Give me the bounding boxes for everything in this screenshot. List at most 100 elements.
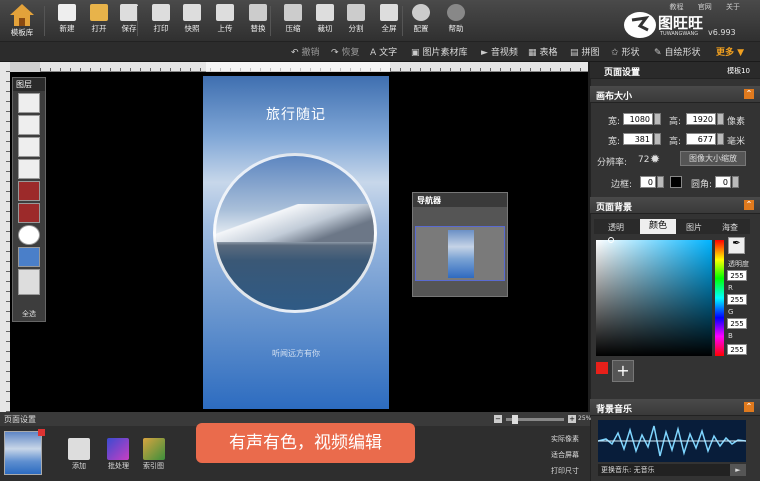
home-icon xyxy=(10,4,34,26)
gear-icon[interactable]: ✹ xyxy=(650,152,660,166)
collage-button[interactable]: ▤ 拼图 xyxy=(570,45,600,58)
collapse-icon[interactable]: ⌃ xyxy=(744,402,754,412)
layer-thumb[interactable] xyxy=(18,93,40,113)
custom-shape-label: 自绘形状 xyxy=(664,48,701,58)
layer-thumb[interactable] xyxy=(18,203,40,223)
redo-button[interactable]: ↷ 恢复 xyxy=(331,45,360,58)
new-button[interactable]: 新建 xyxy=(52,4,82,40)
undo-button[interactable]: ↶ 撤销 xyxy=(291,45,320,58)
layer-thumb[interactable] xyxy=(18,181,40,201)
height-px-input[interactable]: 1920 xyxy=(686,113,716,125)
actual-pixels-button[interactable]: 实际像素 xyxy=(551,434,579,444)
batch-icon[interactable] xyxy=(107,438,129,460)
tab-transparent[interactable]: 透明 xyxy=(608,222,624,233)
save-button[interactable]: 保存 xyxy=(114,4,144,40)
layer-thumb[interactable] xyxy=(18,247,40,267)
shape-button[interactable]: ✩ 形状 xyxy=(611,45,640,58)
height-mm-stepper[interactable] xyxy=(717,133,724,145)
border-input[interactable]: 0 xyxy=(640,176,656,188)
tab-color[interactable]: 颜色 xyxy=(640,219,676,234)
dpi-value[interactable]: 72 xyxy=(638,155,649,165)
tab-sea[interactable]: 海查 xyxy=(722,222,738,233)
add-page-icon[interactable] xyxy=(68,438,90,460)
circle-photo[interactable] xyxy=(213,153,377,313)
help-button[interactable]: 帮助 xyxy=(441,4,471,40)
layer-thumb[interactable] xyxy=(18,225,40,245)
b-input[interactable]: 255 xyxy=(727,344,747,355)
undo-label: 撤销 xyxy=(301,48,320,58)
open-button[interactable]: 打开 xyxy=(84,4,114,40)
navigator-viewport[interactable] xyxy=(415,226,505,281)
hue-slider[interactable] xyxy=(715,240,724,356)
color-picker-cursor[interactable] xyxy=(608,237,614,243)
more-button[interactable]: 更多 ▼ xyxy=(716,45,744,58)
text-tool-button[interactable]: A 文字 xyxy=(370,45,397,58)
add-color-button[interactable]: + xyxy=(612,360,634,382)
width-px-input[interactable]: 1080 xyxy=(623,113,653,125)
current-color-swatch[interactable] xyxy=(596,362,608,374)
canvas-title-text[interactable]: 旅行随记 xyxy=(203,104,389,124)
snapshot-button[interactable]: 快照 xyxy=(177,4,207,40)
table-button[interactable]: ▦ 表格 xyxy=(528,45,558,58)
print-button[interactable]: 打印 xyxy=(146,4,176,40)
radius-input[interactable]: 0 xyxy=(715,176,731,188)
b-label: B xyxy=(728,332,733,340)
change-music-button[interactable]: 更换音乐: 无音乐 ► xyxy=(598,464,746,476)
canvas-subtitle-text[interactable]: 听闻远方有你 xyxy=(203,348,389,359)
border-label: 边框: xyxy=(611,180,633,190)
layer-thumb[interactable] xyxy=(18,159,40,179)
select-all-button[interactable]: 全选 xyxy=(13,309,45,319)
replace-button[interactable]: 替换 xyxy=(243,4,273,40)
height-stepper[interactable] xyxy=(717,113,724,125)
r-input[interactable]: 255 xyxy=(727,294,747,305)
split-label: 分割 xyxy=(348,24,364,33)
image-resize-button[interactable]: 图像大小缩放 xyxy=(680,151,746,166)
border-stepper[interactable] xyxy=(657,176,664,188)
crop-button[interactable]: 裁切 xyxy=(310,4,340,40)
layer-thumb[interactable] xyxy=(18,269,40,295)
print-size-button[interactable]: 打印尺寸 xyxy=(551,466,579,476)
delete-page-icon[interactable] xyxy=(38,429,45,436)
text-tool-label: 文字 xyxy=(379,48,398,58)
custom-shape-button[interactable]: ✎ 自绘形状 xyxy=(654,45,701,58)
template-library-button[interactable]: 模板库 xyxy=(3,3,41,41)
eyedropper-icon[interactable]: ✒ xyxy=(728,237,745,254)
opacity-input[interactable]: 255 xyxy=(727,270,747,281)
fit-screen-button[interactable]: 适合屏幕 xyxy=(551,450,579,460)
page-thumbnail[interactable] xyxy=(4,429,45,475)
compress-button[interactable]: 压缩 xyxy=(278,4,308,40)
width-mm-stepper[interactable] xyxy=(654,133,661,145)
brand-name: 图旺旺 xyxy=(658,14,704,32)
play-icon[interactable]: ► xyxy=(730,464,746,476)
radius-stepper[interactable] xyxy=(732,176,739,188)
horizontal-ruler xyxy=(40,62,588,72)
layer-thumb[interactable] xyxy=(18,115,40,135)
width-stepper[interactable] xyxy=(654,113,661,125)
split-button[interactable]: 分割 xyxy=(341,4,371,40)
border-color-swatch[interactable] xyxy=(670,176,682,188)
navigator-preview[interactable] xyxy=(415,226,505,281)
config-button[interactable]: 配置 xyxy=(406,4,436,40)
tab-image[interactable]: 图片 xyxy=(686,222,702,233)
image-library-button[interactable]: ▣ 图片素材库 xyxy=(411,45,468,58)
index-label[interactable]: 索引图 xyxy=(143,461,164,471)
fullscreen-button[interactable]: 全屏 xyxy=(374,4,404,40)
zoom-slider-handle[interactable] xyxy=(512,415,518,424)
collapse-icon[interactable]: ⌃ xyxy=(744,200,754,210)
layer-thumb[interactable] xyxy=(18,137,40,157)
zoom-out-icon[interactable]: − xyxy=(494,415,502,423)
background-tabs: 透明 颜色 图片 海查 xyxy=(594,219,750,234)
redo-label: 恢复 xyxy=(341,48,360,58)
batch-label[interactable]: 批处理 xyxy=(108,461,129,471)
upload-button[interactable]: 上传 xyxy=(210,4,240,40)
zoom-in-icon[interactable]: + xyxy=(568,415,576,423)
index-icon[interactable] xyxy=(143,438,165,460)
height-mm-input[interactable]: 677 xyxy=(686,133,716,145)
width-mm-input[interactable]: 381 xyxy=(623,133,653,145)
add-page-label[interactable]: 添加 xyxy=(72,461,86,471)
collage-label: 拼图 xyxy=(581,48,600,58)
media-button[interactable]: ► 音视频 xyxy=(481,45,518,58)
collapse-icon[interactable]: ⌃ xyxy=(744,89,754,99)
color-picker-field[interactable] xyxy=(596,240,712,356)
g-input[interactable]: 255 xyxy=(727,318,747,329)
